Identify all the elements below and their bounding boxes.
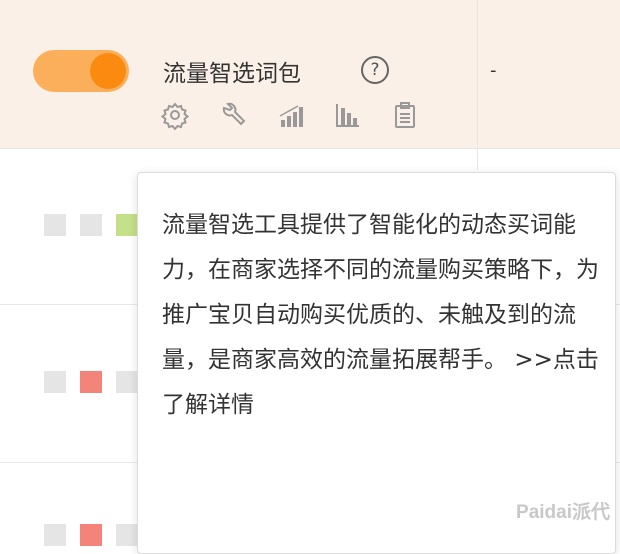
status-square	[116, 524, 138, 546]
column-divider	[477, 0, 478, 170]
bar-chart-icon[interactable]	[332, 100, 362, 130]
question-icon[interactable]: ?	[361, 56, 389, 84]
wrench-icon[interactable]	[218, 100, 248, 130]
status-square-red	[80, 524, 102, 546]
bar-chart-rising-icon[interactable]	[276, 100, 306, 130]
watermark-logo: Paidai派代	[516, 502, 610, 523]
clipboard-icon[interactable]	[390, 100, 420, 130]
gear-icon[interactable]	[160, 100, 190, 130]
enable-toggle[interactable]	[33, 50, 129, 92]
tooltip-text: 流量智选工具提供了智能化的动态买词能力，在商家选择不同的流量购买策略下，为推广宝…	[162, 203, 602, 428]
package-title: 流量智选词包	[163, 61, 301, 87]
status-square	[44, 214, 66, 236]
status-square-green	[116, 214, 138, 236]
keyword-package-row: 流量智选词包 ? -	[0, 0, 620, 149]
status-square	[116, 371, 138, 393]
row-value: -	[490, 60, 497, 81]
status-square	[80, 214, 102, 236]
status-square	[44, 524, 66, 546]
toggle-knob	[90, 53, 126, 89]
status-square-red	[80, 371, 102, 393]
status-square	[44, 371, 66, 393]
